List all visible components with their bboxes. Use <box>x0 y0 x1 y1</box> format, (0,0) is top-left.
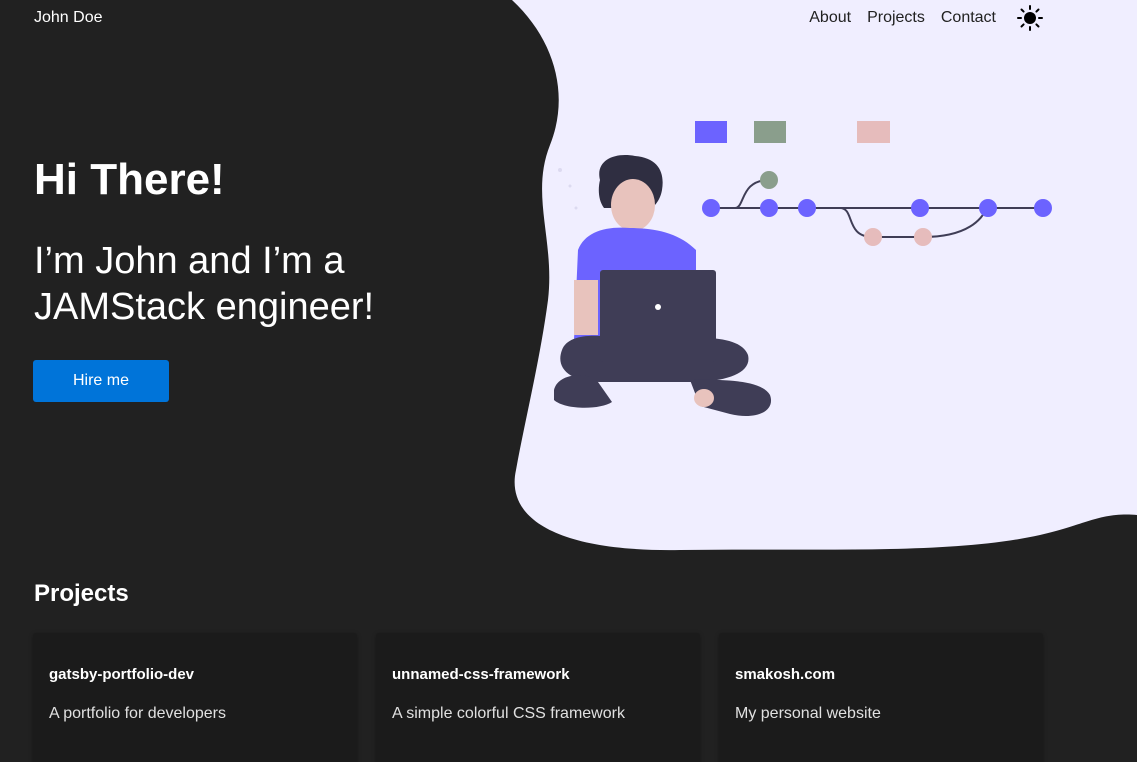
hero-text: Hi There! I’m John and I’m a JAMStack en… <box>34 150 464 330</box>
project-name: gatsby-portfolio-dev <box>49 666 194 683</box>
nav-about[interactable]: About <box>809 9 851 27</box>
project-description: My personal website <box>735 705 881 722</box>
hero-subtitle: I’m John and I’m a JAMStack engineer! <box>34 240 375 328</box>
project-name: smakosh.com <box>735 666 836 683</box>
project-description: A portfolio for developers <box>49 705 226 722</box>
project-name: unnamed-css-framework <box>392 666 570 683</box>
project-card[interactable]: gatsby-portfolio-dev A portfolio for dev… <box>33 633 357 762</box>
nav-contact[interactable]: Contact <box>941 9 996 27</box>
page: John Doe About Projects Contact Hi There… <box>0 0 1137 762</box>
projects-list: gatsby-portfolio-dev A portfolio for dev… <box>33 633 1043 762</box>
projects-heading: Projects <box>34 580 129 607</box>
project-card[interactable]: smakosh.com My personal website <box>719 633 1043 762</box>
project-description: A simple colorful CSS framework <box>392 705 625 722</box>
brand-link[interactable]: John Doe <box>34 9 103 27</box>
developer-illustration <box>554 121 1052 416</box>
main-nav: About Projects Contact <box>793 5 1044 31</box>
sun-icon <box>1017 5 1043 31</box>
legend-square-purple <box>695 121 727 143</box>
person-figure <box>554 155 772 416</box>
theme-toggle-button[interactable] <box>1016 5 1044 31</box>
legend-square-pink <box>857 121 890 143</box>
hire-me-button[interactable]: Hire me <box>33 360 169 402</box>
legend-square-sage <box>754 121 786 143</box>
nav-projects[interactable]: Projects <box>867 9 925 27</box>
project-card[interactable]: unnamed-css-framework A simple colorful … <box>376 633 700 762</box>
hero-title: Hi There! <box>34 155 225 204</box>
